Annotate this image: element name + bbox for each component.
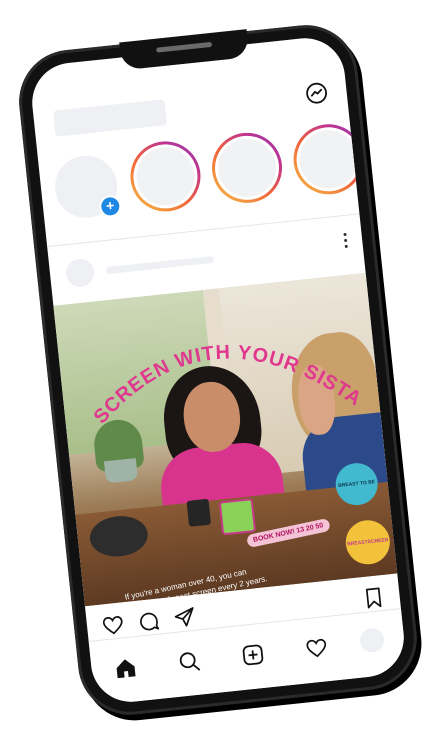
messenger-icon[interactable] — [303, 80, 329, 106]
svg-text:SCREEN WITH YOUR SISTAS: SCREEN WITH YOUR SISTAS — [53, 273, 367, 441]
home-icon[interactable] — [112, 655, 138, 681]
your-story[interactable]: + — [52, 152, 123, 221]
app-logo-placeholder — [53, 99, 168, 137]
post-author-name-placeholder[interactable] — [105, 255, 214, 275]
comment-icon[interactable] — [136, 608, 162, 634]
search-icon[interactable] — [176, 648, 202, 674]
story-avatar[interactable] — [290, 120, 368, 198]
activity-icon[interactable] — [303, 635, 329, 661]
add-story-badge[interactable]: + — [98, 194, 123, 219]
profile-avatar[interactable] — [358, 627, 386, 654]
heart-icon[interactable] — [100, 612, 126, 638]
phone-frame: + SCREEN WITH YOUR SISTAS BOOK NOW! 13 2… — [14, 20, 422, 720]
create-icon[interactable] — [240, 642, 266, 668]
post-author-avatar[interactable] — [64, 257, 96, 289]
instagram-screen: + SCREEN WITH YOUR SISTAS BOOK NOW! 13 2… — [28, 34, 408, 706]
story-avatar[interactable] — [127, 137, 204, 215]
mug-green — [218, 498, 257, 536]
post-image[interactable]: SCREEN WITH YOUR SISTAS BOOK NOW! 13 20 … — [53, 273, 398, 607]
plant-pot — [103, 458, 139, 484]
headline-text: SCREEN WITH YOUR SISTAS — [53, 273, 367, 441]
bookmark-icon[interactable] — [360, 585, 386, 611]
send-icon[interactable] — [172, 605, 198, 631]
mug-black — [186, 498, 212, 527]
more-vertical-icon[interactable] — [341, 232, 349, 256]
speaker-grille — [155, 41, 213, 53]
story-avatar[interactable] — [208, 129, 286, 207]
